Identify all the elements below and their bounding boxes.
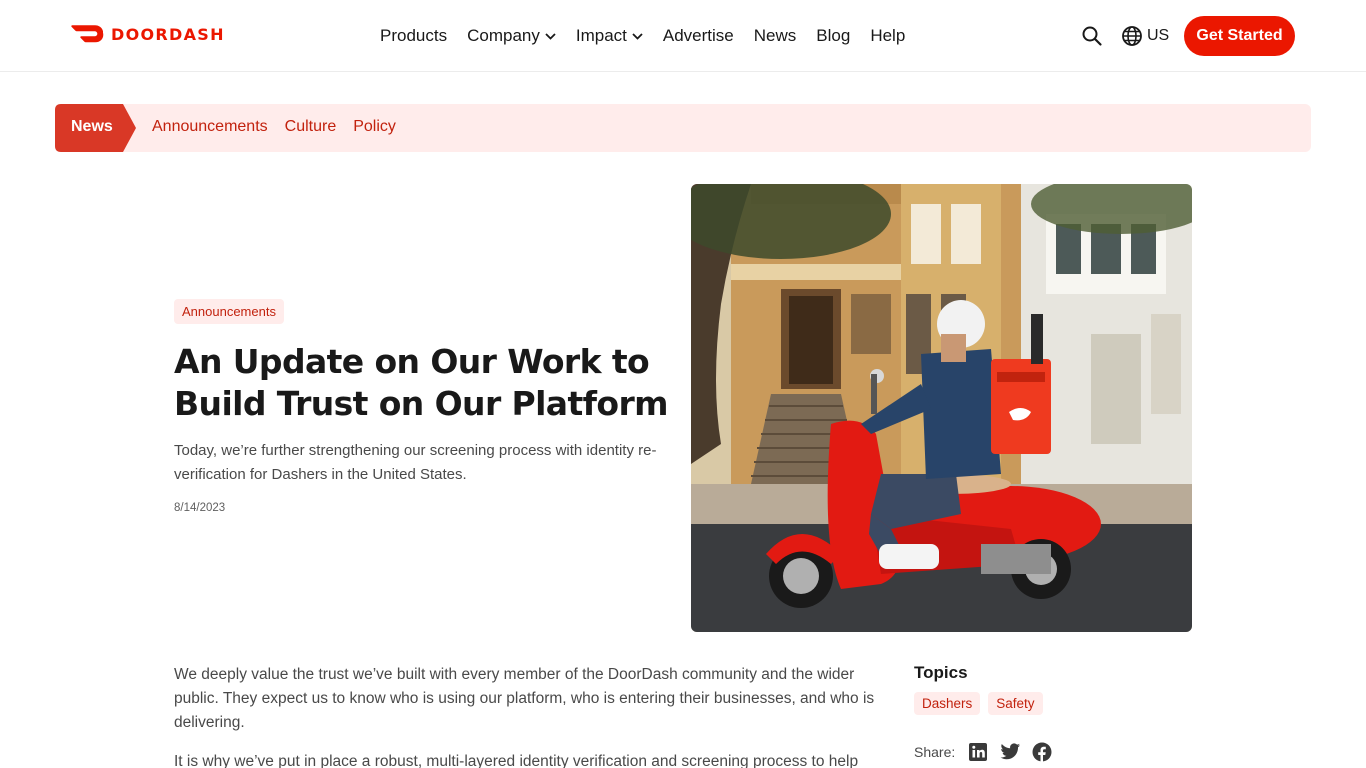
news-tag-label: News <box>71 118 113 135</box>
logo-text: DOORDASH <box>111 24 225 44</box>
hero-category-pill[interactable]: Announcements <box>174 299 284 324</box>
nav-label: Advertise <box>662 26 734 45</box>
hero-image <box>691 184 1192 632</box>
news-tag[interactable]: News <box>55 104 137 152</box>
nav-company[interactable]: Company <box>467 26 556 46</box>
nav-label: Help <box>870 26 906 45</box>
nav-blog[interactable]: Blog <box>816 26 850 46</box>
nav-advertise[interactable]: Advertise <box>663 26 734 46</box>
doordash-logo[interactable]: DOORDASH <box>70 23 225 45</box>
article-paragraph: We deeply value the trust we’ve built wi… <box>174 666 875 731</box>
nav-products[interactable]: Products <box>380 26 447 46</box>
category-link-announcements[interactable]: Announcements <box>152 118 268 136</box>
topics-heading: Topics <box>914 663 968 682</box>
article-subtitle: Today, we’re further strengthening our s… <box>174 442 657 483</box>
linkedin-icon[interactable] <box>967 741 989 763</box>
share-row: Share: <box>914 741 1053 763</box>
category-links: Announcements Culture Policy <box>152 118 396 136</box>
news-category-bar: News Announcements Culture Policy <box>55 104 1311 152</box>
category-link-policy[interactable]: Policy <box>353 118 396 136</box>
get-started-button[interactable]: Get Started <box>1184 16 1295 56</box>
locale-selector[interactable]: US <box>1121 24 1169 48</box>
nav-label: Products <box>380 26 448 45</box>
nav-help[interactable]: Help <box>870 26 905 46</box>
topic-pill-safety[interactable]: Safety <box>988 692 1043 715</box>
article-paragraph: It is why we’ve put in place a robust, m… <box>174 753 859 768</box>
article-date: 8/14/2023 <box>174 502 226 514</box>
nav-label: News <box>753 26 797 45</box>
topic-pill-dashers[interactable]: Dashers <box>914 692 981 715</box>
article-body: We deeply value the trust we’ve built wi… <box>174 663 886 768</box>
twitter-icon[interactable] <box>999 741 1021 763</box>
nav-label: Impact <box>575 26 627 45</box>
site-header: DOORDASH Products Company Impact Adverti… <box>0 0 1366 72</box>
nav-label: Company <box>467 26 540 45</box>
nav-impact[interactable]: Impact <box>576 26 643 46</box>
topic-pills: Dashers Safety <box>914 692 1043 715</box>
doordash-logo-icon <box>71 25 104 43</box>
chevron-down-icon <box>632 32 643 40</box>
globe-icon <box>1122 26 1142 46</box>
main-nav: Products Company Impact Advertise News B… <box>380 24 925 48</box>
facebook-icon[interactable] <box>1031 741 1053 763</box>
search-icon[interactable] <box>1081 25 1103 47</box>
chevron-down-icon <box>545 32 556 40</box>
share-label: Share: <box>914 744 956 760</box>
category-link-culture[interactable]: Culture <box>285 118 337 136</box>
article-title: An Update on Our Work to Build Trust on … <box>174 342 669 423</box>
nav-label: Blog <box>816 26 851 45</box>
nav-news[interactable]: News <box>754 26 797 46</box>
locale-label: US <box>1147 27 1170 44</box>
